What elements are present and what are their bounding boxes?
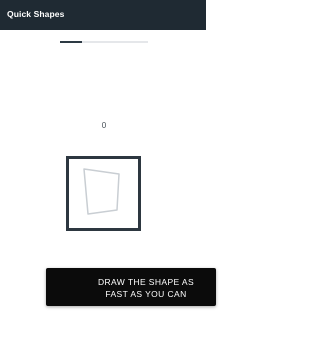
instruction-line-1: DRAW THE SHAPE AS xyxy=(97,277,195,287)
drawing-canvas[interactable] xyxy=(66,156,141,231)
app-title: Quick Shapes xyxy=(7,9,65,19)
progress-bar xyxy=(60,41,148,43)
progress-bar-fill xyxy=(60,41,82,43)
target-shape-icon xyxy=(83,168,120,215)
instruction-toast: DRAW THE SHAPE AS FAST AS YOU CAN xyxy=(46,268,216,306)
score-counter: 0 xyxy=(101,121,107,130)
instruction-line-2: FAST AS YOU CAN xyxy=(105,289,187,299)
app-bar: Quick Shapes xyxy=(0,0,206,30)
